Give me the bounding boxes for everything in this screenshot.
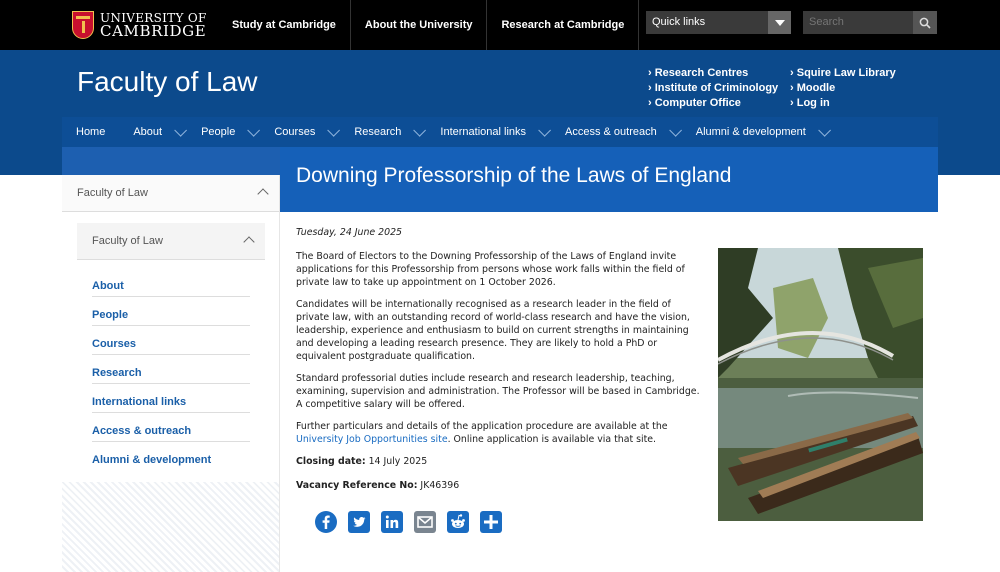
quick-links-dropdown[interactable]: Quick links [646, 11, 791, 34]
utility-computer-office[interactable]: Computer Office [648, 96, 778, 111]
nav-research[interactable]: Research [340, 117, 427, 147]
nav-label: About [133, 126, 163, 138]
chevron-up-icon[interactable] [257, 188, 269, 200]
twitter-icon[interactable] [347, 510, 371, 534]
topnav-research[interactable]: Research at Cambridge [486, 0, 640, 50]
nav-home[interactable]: Home [62, 117, 119, 147]
nav-label: Home [76, 126, 106, 138]
vacancy-reference-label: Vacancy Reference No: [296, 480, 418, 491]
sidebar: Faculty of Law Faculty of Law About Peop… [62, 175, 280, 572]
paragraph-1: The Board of Electors to the Downing Pro… [296, 251, 685, 288]
nav-courses[interactable]: Courses [260, 117, 341, 147]
punts-river-photo [718, 248, 923, 521]
nav-label: Alumni & development [695, 126, 806, 138]
topnav-study[interactable]: Study at Cambridge [218, 0, 350, 50]
sidebar-item-people[interactable]: People [92, 297, 250, 326]
chevron-down-icon[interactable] [413, 123, 427, 137]
sidebar-item-courses[interactable]: Courses [92, 326, 250, 355]
paragraph-4-tail: . Online application is available via th… [447, 434, 657, 445]
nav-label: Access & outreach [565, 126, 657, 138]
chevron-down-icon[interactable] [247, 123, 261, 137]
chevron-down-icon[interactable] [668, 123, 682, 137]
cambridge-shield-icon [72, 11, 94, 39]
sidebar-item-research[interactable]: Research [92, 355, 250, 384]
global-nav: Study at Cambridge About the University … [218, 0, 640, 50]
chevron-down-icon[interactable] [327, 123, 341, 137]
closing-date: Closing date: 14 July 2025 [296, 455, 704, 468]
share-bar [314, 510, 503, 534]
nav-label: Courses [274, 126, 316, 138]
sidebar-hatch-decoration [62, 482, 279, 572]
search-button[interactable] [913, 11, 937, 34]
job-opportunities-link[interactable]: University Job Opportunities site [296, 434, 448, 445]
logo-line-2: CAMBRIDGE [100, 22, 207, 40]
chevron-down-icon[interactable] [818, 123, 831, 137]
nav-access-outreach[interactable]: Access & outreach [551, 117, 682, 147]
faculty-title[interactable]: Faculty of Law [77, 66, 258, 98]
university-logo[interactable]: UNIVERSITY OF CAMBRIDGE [72, 10, 212, 40]
chevron-down-icon[interactable] [538, 123, 552, 137]
utility-research-centres[interactable]: Research Centres [648, 66, 778, 81]
email-icon[interactable] [413, 510, 437, 534]
utility-log-in[interactable]: Log in [790, 96, 896, 111]
article-date: Tuesday, 24 June 2025 [296, 227, 403, 238]
reddit-icon[interactable] [446, 510, 470, 534]
sidebar-section-faculty[interactable]: Faculty of Law [62, 175, 279, 212]
nav-label: People [201, 126, 236, 138]
sidebar-item-about[interactable]: About [92, 268, 250, 297]
main-nav: Home About People Courses Research Inter… [62, 117, 938, 147]
nav-alumni-development[interactable]: Alumni & development [682, 117, 831, 147]
nav-about[interactable]: About [119, 117, 188, 147]
utility-moodle[interactable]: Moodle [790, 81, 896, 96]
nav-international-links[interactable]: International links [426, 117, 552, 147]
paragraph-4-text: Further particulars and details of the a… [296, 421, 668, 432]
chevron-down-icon[interactable] [174, 123, 188, 137]
top-bar: UNIVERSITY OF CAMBRIDGE Study at Cambrid… [0, 0, 1000, 50]
page-title: Downing Professorship of the Laws of Eng… [296, 164, 732, 187]
sidebar-sub-label: Faculty of Law [92, 235, 163, 247]
sidebar-item-international-links[interactable]: International links [92, 384, 250, 413]
page-title-banner: Downing Professorship of the Laws of Eng… [280, 147, 938, 212]
utility-links-1: Research Centres Institute of Criminolog… [648, 66, 778, 111]
sidebar-subsection-faculty[interactable]: Faculty of Law [77, 223, 265, 260]
utility-squire-library[interactable]: Squire Law Library [790, 66, 896, 81]
nav-label: International links [440, 126, 527, 138]
sidebar-item-access-outreach[interactable]: Access & outreach [92, 413, 250, 442]
sidebar-list: About People Courses Research Internatio… [77, 260, 265, 471]
paragraph-4: Further particulars and details of the a… [296, 420, 704, 446]
topnav-about[interactable]: About the University [349, 0, 487, 50]
chevron-up-icon[interactable] [243, 236, 255, 248]
vacancy-reference-value: JK46396 [417, 480, 460, 491]
nav-people[interactable]: People [187, 117, 261, 147]
vacancy-reference: Vacancy Reference No: JK46396 [296, 479, 704, 492]
nav-label: Research [354, 126, 402, 138]
sidebar-item-alumni-development[interactable]: Alumni & development [92, 442, 250, 471]
share-icon[interactable] [479, 510, 503, 534]
linkedin-icon[interactable] [380, 510, 404, 534]
quick-links-label: Quick links [652, 16, 706, 28]
chevron-down-icon[interactable] [768, 11, 791, 34]
search-icon [919, 17, 931, 29]
utility-institute-criminology[interactable]: Institute of Criminology [648, 81, 778, 96]
paragraph-3: Standard professorial duties include res… [296, 373, 700, 410]
paragraph-2: Candidates will be internationally recog… [296, 299, 690, 362]
facebook-icon[interactable] [314, 510, 338, 534]
closing-date-label: Closing date: [296, 456, 366, 467]
sidebar-head-label: Faculty of Law [77, 187, 148, 199]
article-body: Tuesday, 24 June 2025 The Board of Elect… [296, 226, 704, 503]
utility-links-2: Squire Law Library Moodle Log in [790, 66, 896, 111]
closing-date-value: 14 July 2025 [365, 456, 428, 467]
